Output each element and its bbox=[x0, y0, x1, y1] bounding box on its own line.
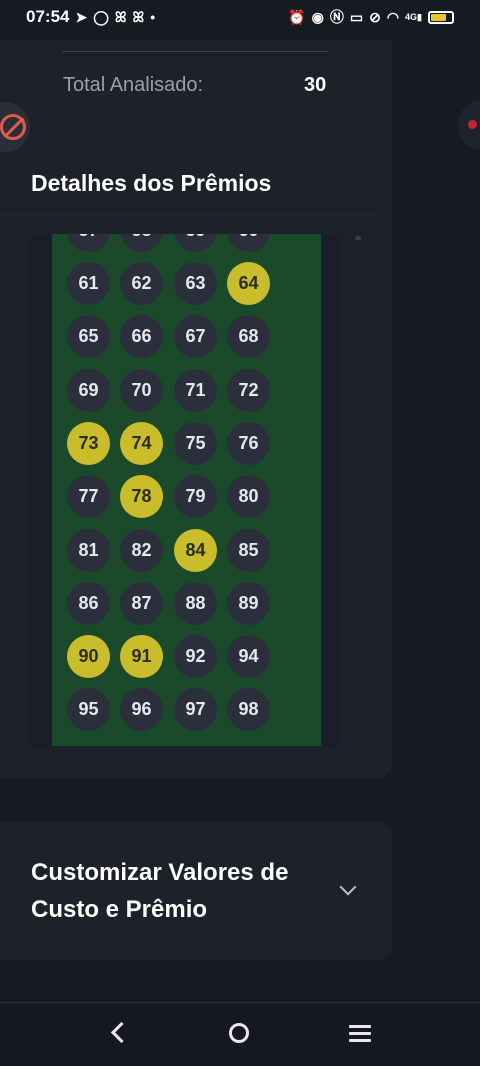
number-ball[interactable]: 81 bbox=[67, 529, 110, 572]
number-ball[interactable]: 61 bbox=[67, 262, 110, 305]
status-bar-left: 07:54 ➤ ◯ ꕤ ꕤ • bbox=[26, 7, 155, 27]
number-ball[interactable]: 75 bbox=[174, 422, 217, 465]
number-ball[interactable]: 79 bbox=[174, 475, 217, 518]
number-ball-hit[interactable]: 91 bbox=[120, 635, 163, 678]
number-ball[interactable]: 65 bbox=[67, 315, 110, 358]
nfc-icon: Ⓝ bbox=[329, 9, 344, 25]
scrollbar[interactable] bbox=[355, 236, 361, 240]
number-ball[interactable]: 82 bbox=[120, 529, 163, 572]
number-ball[interactable]: 76 bbox=[227, 422, 270, 465]
number-ball-hit[interactable]: 74 bbox=[120, 422, 163, 465]
number-ball[interactable]: 88 bbox=[174, 582, 217, 625]
record-dot-icon bbox=[468, 120, 477, 129]
divider bbox=[62, 51, 328, 52]
number-ball[interactable]: 87 bbox=[120, 582, 163, 625]
number-ball[interactable]: 92 bbox=[174, 635, 217, 678]
total-analyzed-value: 30 bbox=[304, 74, 327, 96]
number-ball[interactable]: 97 bbox=[174, 688, 217, 731]
ban-icon bbox=[0, 114, 26, 140]
number-ball[interactable]: 95 bbox=[67, 688, 110, 731]
menu-icon[interactable] bbox=[349, 1025, 371, 1046]
status-bar-right: ⏰ ◉ Ⓝ ▭ ⊘ ◠ 4G▮ bbox=[288, 10, 454, 24]
number-ball[interactable]: 85 bbox=[227, 529, 270, 572]
number-ball[interactable]: 98 bbox=[227, 688, 270, 731]
number-ball-hit[interactable]: 64 bbox=[227, 262, 270, 305]
number-ball[interactable]: 68 bbox=[227, 315, 270, 358]
number-ball-hit[interactable]: 73 bbox=[67, 422, 110, 465]
number-ball-hit[interactable]: 78 bbox=[120, 475, 163, 518]
number-ball[interactable]: 70 bbox=[120, 369, 163, 412]
app-icon: ꕤ bbox=[132, 9, 145, 25]
dot-icon: • bbox=[150, 9, 156, 25]
number-ball[interactable]: 69 bbox=[67, 369, 110, 412]
whatsapp-icon: ◯ bbox=[93, 9, 109, 25]
customize-section-title[interactable]: Customizar Valores de Custo e Prêmio bbox=[31, 854, 331, 928]
signal-icon: 4G▮ bbox=[405, 11, 422, 22]
cast-icon: ▭ bbox=[349, 9, 364, 25]
number-ball[interactable]: 63 bbox=[174, 262, 217, 305]
divider bbox=[0, 214, 380, 215]
number-ball[interactable]: 66 bbox=[120, 315, 163, 358]
status-time: 07:54 bbox=[26, 7, 70, 26]
prizes-section-title: Detalhes dos Prêmios bbox=[31, 170, 272, 196]
number-ball-hit[interactable]: 84 bbox=[174, 529, 217, 572]
number-ball[interactable]: 77 bbox=[67, 475, 110, 518]
number-ball[interactable]: 86 bbox=[67, 582, 110, 625]
number-ball[interactable]: 72 bbox=[227, 369, 270, 412]
wifi-icon: ◠ bbox=[386, 9, 400, 25]
number-ball[interactable]: 59 bbox=[174, 234, 217, 252]
status-bar: 07:54 ➤ ◯ ꕤ ꕤ • ⏰ ◉ Ⓝ ▭ ⊘ ◠ 4G▮ bbox=[0, 0, 480, 34]
number-ball[interactable]: 71 bbox=[174, 369, 217, 412]
alarm-icon: ⏰ bbox=[288, 9, 306, 25]
number-ball[interactable]: 67 bbox=[174, 315, 217, 358]
total-analyzed-label: Total Analisado: bbox=[63, 74, 204, 96]
number-ball-hit[interactable]: 90 bbox=[67, 635, 110, 678]
network-type: 4G bbox=[405, 11, 418, 22]
number-ball[interactable]: 57 bbox=[67, 234, 110, 252]
number-ball[interactable]: 96 bbox=[120, 688, 163, 731]
telegram-icon: ➤ bbox=[75, 9, 88, 25]
dnd-icon: ⊘ bbox=[369, 9, 381, 25]
numbers-grid[interactable]: 5758596061626364656667686970717273747576… bbox=[52, 234, 321, 746]
number-ball[interactable]: 89 bbox=[227, 582, 270, 625]
messenger-icon: ◉ bbox=[311, 9, 324, 25]
battery-icon bbox=[428, 10, 454, 24]
number-ball[interactable]: 60 bbox=[227, 234, 270, 252]
number-ball[interactable]: 62 bbox=[120, 262, 163, 305]
number-ball[interactable]: 58 bbox=[120, 234, 163, 252]
home-icon[interactable] bbox=[229, 1023, 249, 1043]
number-ball[interactable]: 94 bbox=[227, 635, 270, 678]
app-icon: ꕤ bbox=[114, 9, 127, 25]
number-ball[interactable]: 80 bbox=[227, 475, 270, 518]
